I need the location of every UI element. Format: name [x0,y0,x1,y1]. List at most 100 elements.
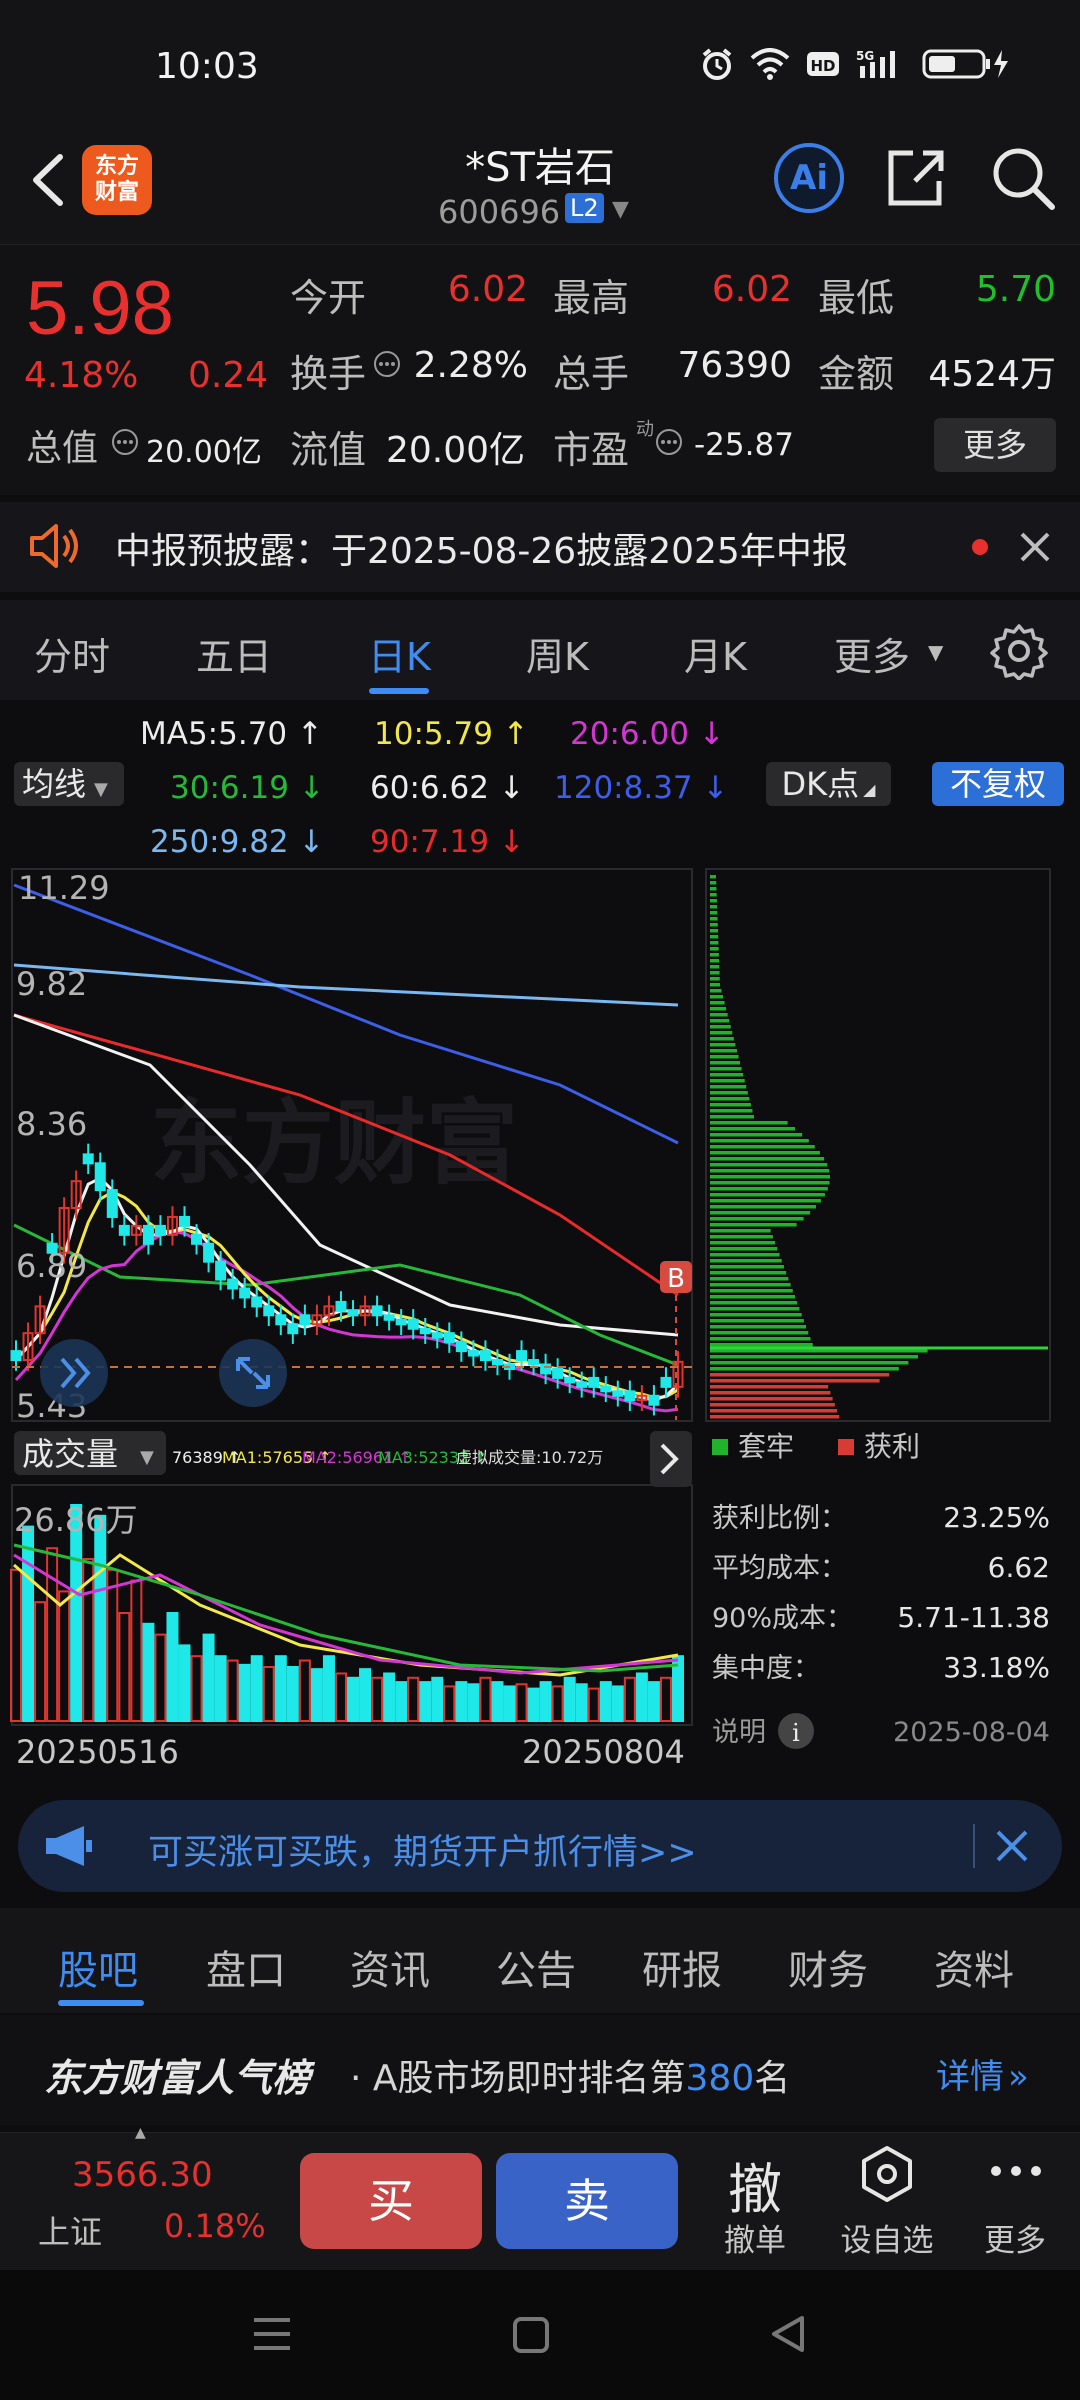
more-dots-icon[interactable] [988,2161,1044,2185]
chip-bar [710,1397,833,1401]
back-nav-icon[interactable] [768,2314,808,2358]
tab-guba[interactable]: 股吧 [58,1938,138,1996]
volume-bar [298,1659,311,1723]
tab-research[interactable]: 研报 [642,1938,722,1996]
cancel-order-icon[interactable]: 撤 [700,2145,810,2224]
rank-text: · A股市场即时排名第380名 [350,2049,790,2101]
chip-bar [710,1205,816,1209]
quote-panel: 5.98 4.18% 0.24 今开 6.02 最高 6.02 最低 5.70 … [0,245,1080,495]
tab-weekly-k[interactable]: 周K [526,626,589,681]
notice-bar[interactable]: 中报预披露：于2025-08-26披露2025年中报 [0,502,1080,592]
index-percent[interactable]: 0.18% [164,2207,266,2245]
candle [491,1359,503,1366]
menu-nav-icon[interactable] [252,2314,292,2358]
candle [118,1224,130,1236]
volume-bar [310,1668,323,1722]
index-expand-icon[interactable]: ▲ [135,2125,146,2141]
sell-button[interactable]: 卖 [496,2153,678,2249]
ma90-value: 90:7.19 ↓ [370,824,525,860]
candle [467,1350,479,1357]
chip-bar [710,1175,830,1179]
tab-more-caret-icon[interactable]: ▼ [928,640,943,664]
chip-bar [710,1337,811,1341]
turnover-info-icon[interactable] [372,349,402,383]
tab-five-day[interactable]: 五日 [196,626,272,681]
tab-profile[interactable]: 资料 [934,1938,1014,1996]
rank-detail-link[interactable]: 详情» [936,2049,1029,2098]
candle [576,1381,588,1388]
futures-promo-banner[interactable]: 可买涨可买跌，期货开户抓行情>> [18,1800,1062,1892]
close-notice-icon[interactable] [1018,530,1052,568]
candle [179,1215,191,1227]
chip-bar [710,1097,750,1101]
volume-bar [214,1655,227,1723]
chip-bar [710,995,723,999]
add-watchlist-label[interactable]: 设自选 [832,2215,942,2260]
candle [431,1332,443,1339]
volume-bar [118,1612,131,1722]
candle [203,1242,215,1263]
dk-point-select[interactable]: DK点 ◢ [766,762,891,806]
index-name[interactable]: 上证 [38,2207,102,2253]
candle [263,1305,275,1317]
candle [660,1376,672,1388]
tab-announcements[interactable]: 公告 [496,1938,576,1996]
chip-bar [710,1367,899,1371]
chip-bar [710,953,719,957]
index-value[interactable]: 3566.30 [72,2155,213,2195]
tab-daily-k[interactable]: 日K [368,626,431,681]
chip-bar [710,1301,798,1305]
add-watchlist-icon[interactable] [858,2145,916,2207]
status-bar: 10:03 HD 5G [0,0,1080,135]
level2-badge[interactable]: L2 [565,193,604,223]
volume-value: 76390 [677,345,792,386]
tab-news[interactable]: 资讯 [350,1938,430,1996]
tab-finance[interactable]: 财务 [788,1938,868,1996]
ma-type-select[interactable]: 均线 ▼ [14,762,124,806]
chip-bar [710,1181,830,1185]
share-icon[interactable] [885,145,947,211]
volume-bar [371,1676,384,1722]
trapped-legend-swatch [712,1439,728,1455]
low-label: 最低 [818,276,895,320]
back-button[interactable] [22,145,72,215]
rank-text-post: 名 [754,2058,791,2099]
promo-text: 可买涨可买跌，期货开户抓行情>> [148,1833,697,1873]
more-quote-button[interactable]: 更多 [934,418,1056,472]
dk-dropdown-icon: ◢ [863,780,876,799]
candle [552,1367,564,1379]
chip-bar [710,983,720,987]
clock: 10:03 [155,46,259,87]
system-nav-bar [0,2270,1080,2400]
volume-bar [623,1676,636,1722]
kline-chart-svg[interactable]: 东方财富 11.29 9.82 8.36 6.89 5.43 B 套牢 获利 成… [0,865,1080,1785]
chip-bar [710,905,718,909]
tab-more[interactable]: 更多 [834,626,910,681]
search-icon[interactable] [990,145,1056,211]
cancel-order-label[interactable]: 撤单 [700,2215,810,2260]
tab-pankou[interactable]: 盘口 [206,1938,286,1996]
settings-gear-icon[interactable] [990,622,1048,684]
candle [624,1390,636,1402]
market-cap-info-icon[interactable] [110,427,140,461]
candle [612,1390,624,1397]
app-logo[interactable]: 东方 财富 [82,145,152,215]
popularity-rank-row[interactable]: 东方财富人气榜 · A股市场即时排名第380名 详情» [0,2015,1080,2125]
volume-bar [94,1514,107,1722]
chip-bar [710,971,720,975]
chip-bar [710,1229,771,1233]
tab-monthly-k[interactable]: 月K [684,626,747,681]
price-adjust-button[interactable]: 不复权 [932,762,1064,806]
ai-button[interactable]: Ai [774,143,844,213]
more-label[interactable]: 更多 [960,2215,1070,2260]
profit-legend-swatch [838,1439,854,1455]
kline-chart-area[interactable]: 东方财富 11.29 9.82 8.36 6.89 5.43 B 套牢 获利 成… [0,865,1080,1785]
level-dropdown-icon[interactable]: ▼ [612,197,629,222]
ma-dropdown-icon: ▼ [94,779,108,800]
tab-intraday[interactable]: 分时 [34,626,110,681]
home-nav-icon[interactable] [512,2316,550,2358]
buy-button[interactable]: 买 [300,2153,482,2249]
pe-info-icon[interactable] [654,427,684,461]
chip-bar [710,1187,828,1191]
close-promo-icon[interactable] [994,1828,1030,1868]
